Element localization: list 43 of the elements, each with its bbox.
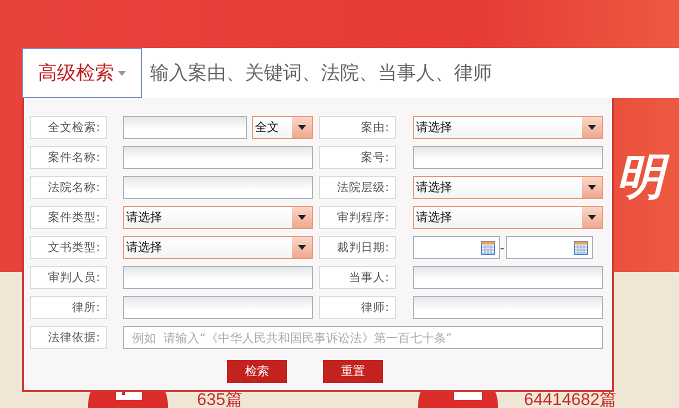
field-label: 律所:: [30, 296, 107, 319]
field-label: 当事人:: [319, 266, 396, 289]
calendar-icon: [481, 240, 495, 254]
stat-count: 64414682篇: [524, 391, 617, 408]
text-field[interactable]: [123, 296, 313, 319]
date-field[interactable]: [413, 236, 500, 259]
field-label: 审判程序:: [319, 206, 396, 229]
select-dropdown[interactable]: 请选择: [413, 206, 603, 229]
banner-headline: 明: [612, 150, 672, 206]
field-label: 法院层级:: [319, 176, 396, 199]
calendar-icon: [574, 240, 588, 254]
field-label: 法院名称:: [30, 176, 107, 199]
select-dropdown[interactable]: 全文: [252, 116, 313, 139]
select-dropdown[interactable]: 请选择: [413, 116, 603, 139]
text-field[interactable]: [413, 266, 603, 289]
field-label: 全文检索:: [30, 116, 107, 139]
date-field[interactable]: [506, 236, 593, 259]
field-label: 案件类型:: [30, 206, 107, 229]
search-mode-dropdown[interactable]: 高级检索: [22, 48, 142, 98]
caret-icon: [118, 70, 126, 76]
field-label: 律师:: [319, 296, 396, 319]
field-label: 裁判日期:: [319, 236, 396, 259]
text-field[interactable]: [123, 146, 313, 169]
text-field[interactable]: [123, 116, 247, 139]
reset-button[interactable]: 重置: [323, 360, 383, 383]
field-label: 法律依据:: [30, 326, 107, 349]
date-separator: -: [500, 240, 506, 254]
select-dropdown[interactable]: 请选择: [413, 176, 603, 199]
field-label: 审判人员:: [30, 266, 107, 289]
search-field[interactable]: 输入案由、关键词、法院、当事人、律师: [142, 48, 679, 98]
field-label: 案件名称:: [30, 146, 107, 169]
stat-count: 635篇: [197, 391, 242, 408]
field-label: 案号:: [319, 146, 396, 169]
field-label: 文书类型:: [30, 236, 107, 259]
text-field[interactable]: [123, 266, 313, 289]
text-field[interactable]: [123, 176, 313, 199]
field-label: 案由:: [319, 116, 396, 139]
text-field[interactable]: 例如 请输入“《中华人民共和国民事诉讼法》第一百七十条”: [123, 326, 603, 349]
text-field[interactable]: [413, 146, 603, 169]
text-field[interactable]: [413, 296, 603, 319]
select-dropdown[interactable]: 请选择: [123, 206, 313, 229]
search-button[interactable]: 检索: [227, 360, 287, 383]
select-dropdown[interactable]: 请选择: [123, 236, 313, 259]
